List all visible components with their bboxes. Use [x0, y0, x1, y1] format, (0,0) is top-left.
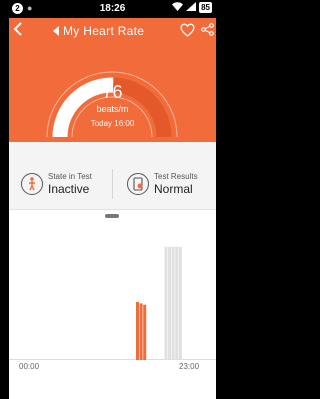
report-icon — [127, 173, 149, 195]
chart-bar-measured — [139, 303, 143, 360]
chart-bar-placeholder — [168, 246, 172, 360]
battery-indicator: 85 — [199, 2, 212, 13]
heart-rate-unit: beats/m — [96, 104, 129, 114]
gauge-inner-ring — [71, 96, 153, 138]
test-summary: State in Test Inactive Test Results Norm… — [9, 142, 216, 210]
state-label: State in Test — [48, 172, 92, 181]
page-title: My Heart Rate — [63, 24, 145, 38]
state-value: Inactive — [48, 182, 90, 196]
heart-icon — [180, 23, 195, 37]
share-button[interactable] — [201, 23, 214, 41]
top-nav: My Heart Rate — [9, 18, 216, 46]
favorite-button[interactable] — [180, 23, 195, 42]
back-button[interactable] — [13, 22, 23, 41]
chart-bar-placeholder — [175, 246, 179, 360]
chart-bar-measured — [143, 304, 147, 360]
signal-icon — [186, 2, 197, 13]
measurement-time: Today 16:00 — [90, 119, 135, 128]
chart-bar-placeholder — [164, 246, 168, 360]
share-icon — [201, 23, 214, 36]
result-label: Test Results — [154, 172, 198, 181]
wifi-icon — [172, 2, 184, 13]
heart-rate-value: 76 — [102, 82, 123, 102]
chart-bar-placeholder — [178, 246, 182, 360]
bar-chart — [9, 246, 216, 360]
person-standing-icon — [21, 173, 43, 195]
result-card[interactable]: Test Results Normal — [127, 172, 198, 196]
caret-left-icon — [53, 26, 59, 36]
state-card[interactable]: State in Test Inactive — [21, 172, 92, 196]
heart-rate-history-chart: 00:00 23:00 — [9, 210, 216, 399]
chart-bar-placeholder — [171, 246, 175, 360]
app-screen: 2 ● 18:26 85 My Heart Rate 76 beats/m To… — [9, 0, 216, 399]
result-value: Normal — [154, 182, 193, 196]
x-axis-end-label: 23:00 — [179, 362, 200, 371]
chart-bar-measured — [136, 302, 139, 360]
back-arrow-icon — [13, 22, 22, 36]
divider — [112, 169, 113, 199]
heart-rate-panel: My Heart Rate 76 beats/m Today 16:00 0 1… — [9, 18, 216, 151]
title-selector[interactable]: My Heart Rate — [53, 24, 144, 38]
status-bar: 2 ● 18:26 85 — [9, 0, 216, 18]
x-axis-start-label: 00:00 — [19, 362, 40, 371]
